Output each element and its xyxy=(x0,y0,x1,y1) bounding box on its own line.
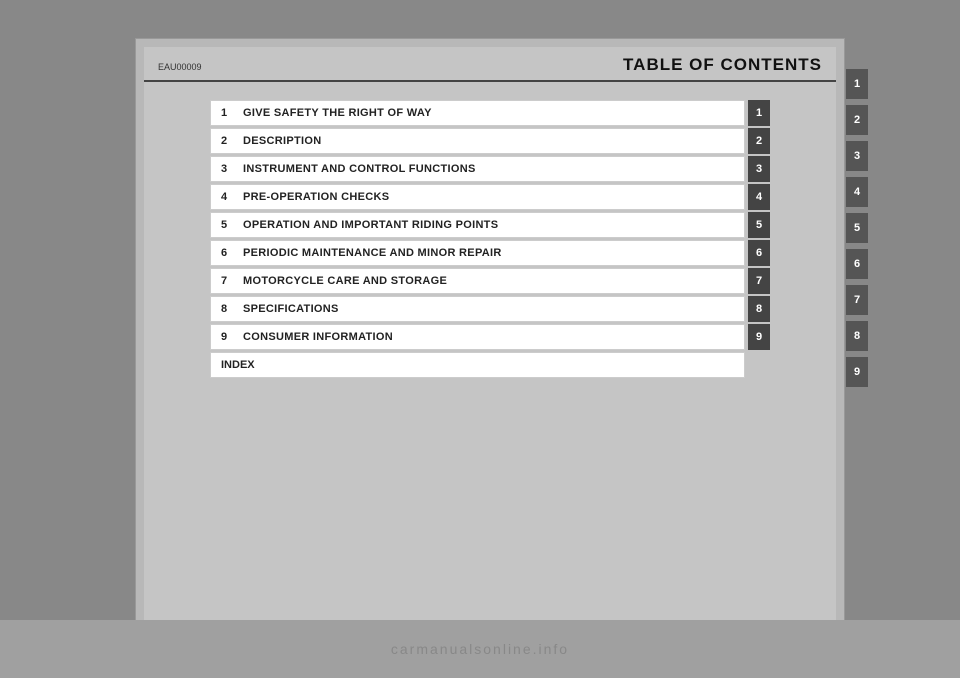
toc-row: 1 GIVE SAFETY THE RIGHT OF WAY 1 xyxy=(210,100,770,126)
entry-label: CONSUMER INFORMATION xyxy=(243,331,393,343)
page-container: EAU00009 TABLE OF CONTENTS 1 GIVE SAFETY … xyxy=(135,38,845,640)
toc-row: 2 DESCRIPTION 2 xyxy=(210,128,770,154)
toc-row: 8 SPECIFICATIONS 8 xyxy=(210,296,770,322)
toc-entry[interactable]: 1 GIVE SAFETY THE RIGHT OF WAY xyxy=(210,100,745,126)
entry-label: MOTORCYCLE CARE AND STORAGE xyxy=(243,275,447,287)
toc-row: 5 OPERATION AND IMPORTANT RIDING POINTS 5 xyxy=(210,212,770,238)
toc-entry[interactable]: 5 OPERATION AND IMPORTANT RIDING POINTS xyxy=(210,212,745,238)
entry-label: INSTRUMENT AND CONTROL FUNCTIONS xyxy=(243,163,476,175)
entry-number: 8 xyxy=(221,303,233,315)
index-row: INDEX xyxy=(210,352,770,378)
page-background: EAU00009 TABLE OF CONTENTS 1 GIVE SAFETY … xyxy=(0,0,960,678)
entry-num-badge: 8 xyxy=(748,296,770,322)
tab-7[interactable]: 7 xyxy=(846,285,868,315)
entry-num-badge: 7 xyxy=(748,268,770,294)
tab-2[interactable]: 2 xyxy=(846,105,868,135)
watermark-text: carmanualsonline.info xyxy=(391,641,569,657)
toc-row: 6 PERIODIC MAINTENANCE AND MINOR REPAIR 6 xyxy=(210,240,770,266)
page-title: TABLE OF CONTENTS xyxy=(623,55,822,75)
entry-num-badge: 9 xyxy=(748,324,770,350)
toc-entry[interactable]: 9 CONSUMER INFORMATION xyxy=(210,324,745,350)
page-header: EAU00009 TABLE OF CONTENTS xyxy=(144,47,836,82)
entry-label: PERIODIC MAINTENANCE AND MINOR REPAIR xyxy=(243,247,502,259)
toc-content: 1GIVE SAFETY THE RIGHT OF WAY12DESCRIPTI… xyxy=(144,82,836,390)
toc-entry[interactable]: 4 PRE-OPERATION CHECKS xyxy=(210,184,745,210)
toc-entry[interactable]: 8 SPECIFICATIONS xyxy=(210,296,745,322)
toc-entry[interactable]: 2 DESCRIPTION xyxy=(210,128,745,154)
toc-entry[interactable]: 7 MOTORCYCLE CARE AND STORAGE xyxy=(210,268,745,294)
toc-wrapper: 1GIVE SAFETY THE RIGHT OF WAY12DESCRIPTI… xyxy=(210,100,770,378)
entry-num-badge: 2 xyxy=(748,128,770,154)
entry-number: 3 xyxy=(221,163,233,175)
tab-5[interactable]: 5 xyxy=(846,213,868,243)
toc-entry[interactable]: 3 INSTRUMENT AND CONTROL FUNCTIONS xyxy=(210,156,745,182)
index-entry[interactable]: INDEX xyxy=(210,352,745,378)
entry-number: 6 xyxy=(221,247,233,259)
entry-label: OPERATION AND IMPORTANT RIDING POINTS xyxy=(243,219,498,231)
page-inner: EAU00009 TABLE OF CONTENTS 1 GIVE SAFETY … xyxy=(144,47,836,631)
entry-num-badge: 1 xyxy=(748,100,770,126)
tab-1[interactable]: 1 xyxy=(846,69,868,99)
entry-label: SPECIFICATIONS xyxy=(243,303,339,315)
tab-9[interactable]: 9 xyxy=(846,357,868,387)
entry-number: 4 xyxy=(221,191,233,203)
entry-label: GIVE SAFETY THE RIGHT OF WAY xyxy=(243,107,432,119)
tab-8[interactable]: 8 xyxy=(846,321,868,351)
entry-number: 2 xyxy=(221,135,233,147)
entry-number: 5 xyxy=(221,219,233,231)
entry-num-badge: 4 xyxy=(748,184,770,210)
toc-row: 4 PRE-OPERATION CHECKS 4 xyxy=(210,184,770,210)
entry-label: DESCRIPTION xyxy=(243,135,321,147)
watermark-bar: carmanualsonline.info xyxy=(0,620,960,678)
tab-6[interactable]: 6 xyxy=(846,249,868,279)
doc-code: EAU00009 xyxy=(158,62,202,72)
entry-label: PRE-OPERATION CHECKS xyxy=(243,191,389,203)
toc-row: 9 CONSUMER INFORMATION 9 xyxy=(210,324,770,350)
entry-number: 1 xyxy=(221,107,233,119)
tab-4[interactable]: 4 xyxy=(846,177,868,207)
entry-num-badge: 3 xyxy=(748,156,770,182)
toc-row: 7 MOTORCYCLE CARE AND STORAGE 7 xyxy=(210,268,770,294)
entry-number: 7 xyxy=(221,275,233,287)
tab-3[interactable]: 3 xyxy=(846,141,868,171)
entry-number: 9 xyxy=(221,331,233,343)
entry-num-badge: 5 xyxy=(748,212,770,238)
right-tabs: 1 2 3 4 5 6 7 8 9 xyxy=(846,69,868,391)
entry-num-badge: 6 xyxy=(748,240,770,266)
toc-row: 3 INSTRUMENT AND CONTROL FUNCTIONS 3 xyxy=(210,156,770,182)
toc-entry[interactable]: 6 PERIODIC MAINTENANCE AND MINOR REPAIR xyxy=(210,240,745,266)
